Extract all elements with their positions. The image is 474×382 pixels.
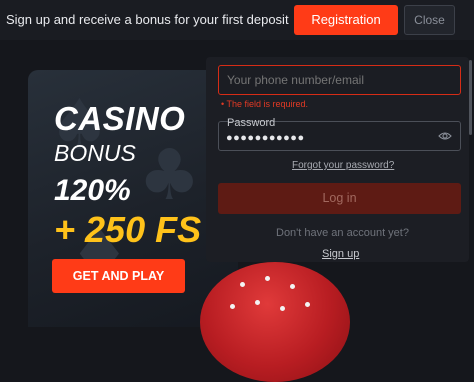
banner-subtitle: BONUS	[54, 140, 136, 166]
club-decoration-icon: ♣	[138, 134, 201, 216]
bonus-percent: 120%	[54, 174, 131, 207]
password-label: Password	[227, 117, 276, 129]
registration-button[interactable]: Registration	[294, 5, 398, 35]
top-bar: Sign up and receive a bonus for your fir…	[0, 0, 474, 40]
promo-message: Sign up and receive a bonus for your fir…	[6, 12, 289, 27]
forgot-password-link[interactable]: Forgot your password?	[292, 160, 394, 171]
no-account-text: Don't have an account yet?	[276, 227, 409, 239]
casino-chip-image	[200, 262, 350, 382]
eye-icon[interactable]	[438, 131, 452, 141]
login-button[interactable]: Log in	[218, 183, 461, 214]
phone-email-input[interactable]	[218, 65, 461, 95]
sign-up-link[interactable]: Sign up	[322, 248, 359, 260]
panel-scrollbar[interactable]	[469, 60, 472, 135]
close-button[interactable]: Close	[404, 5, 455, 35]
banner-title: CASINO	[54, 100, 186, 137]
password-value: ●●●●●●●●●●●	[226, 132, 305, 144]
get-and-play-button[interactable]: GET AND PLAY	[52, 259, 185, 293]
free-spins: + 250 FS	[54, 209, 202, 250]
field-error-message: The field is required.	[221, 99, 309, 109]
